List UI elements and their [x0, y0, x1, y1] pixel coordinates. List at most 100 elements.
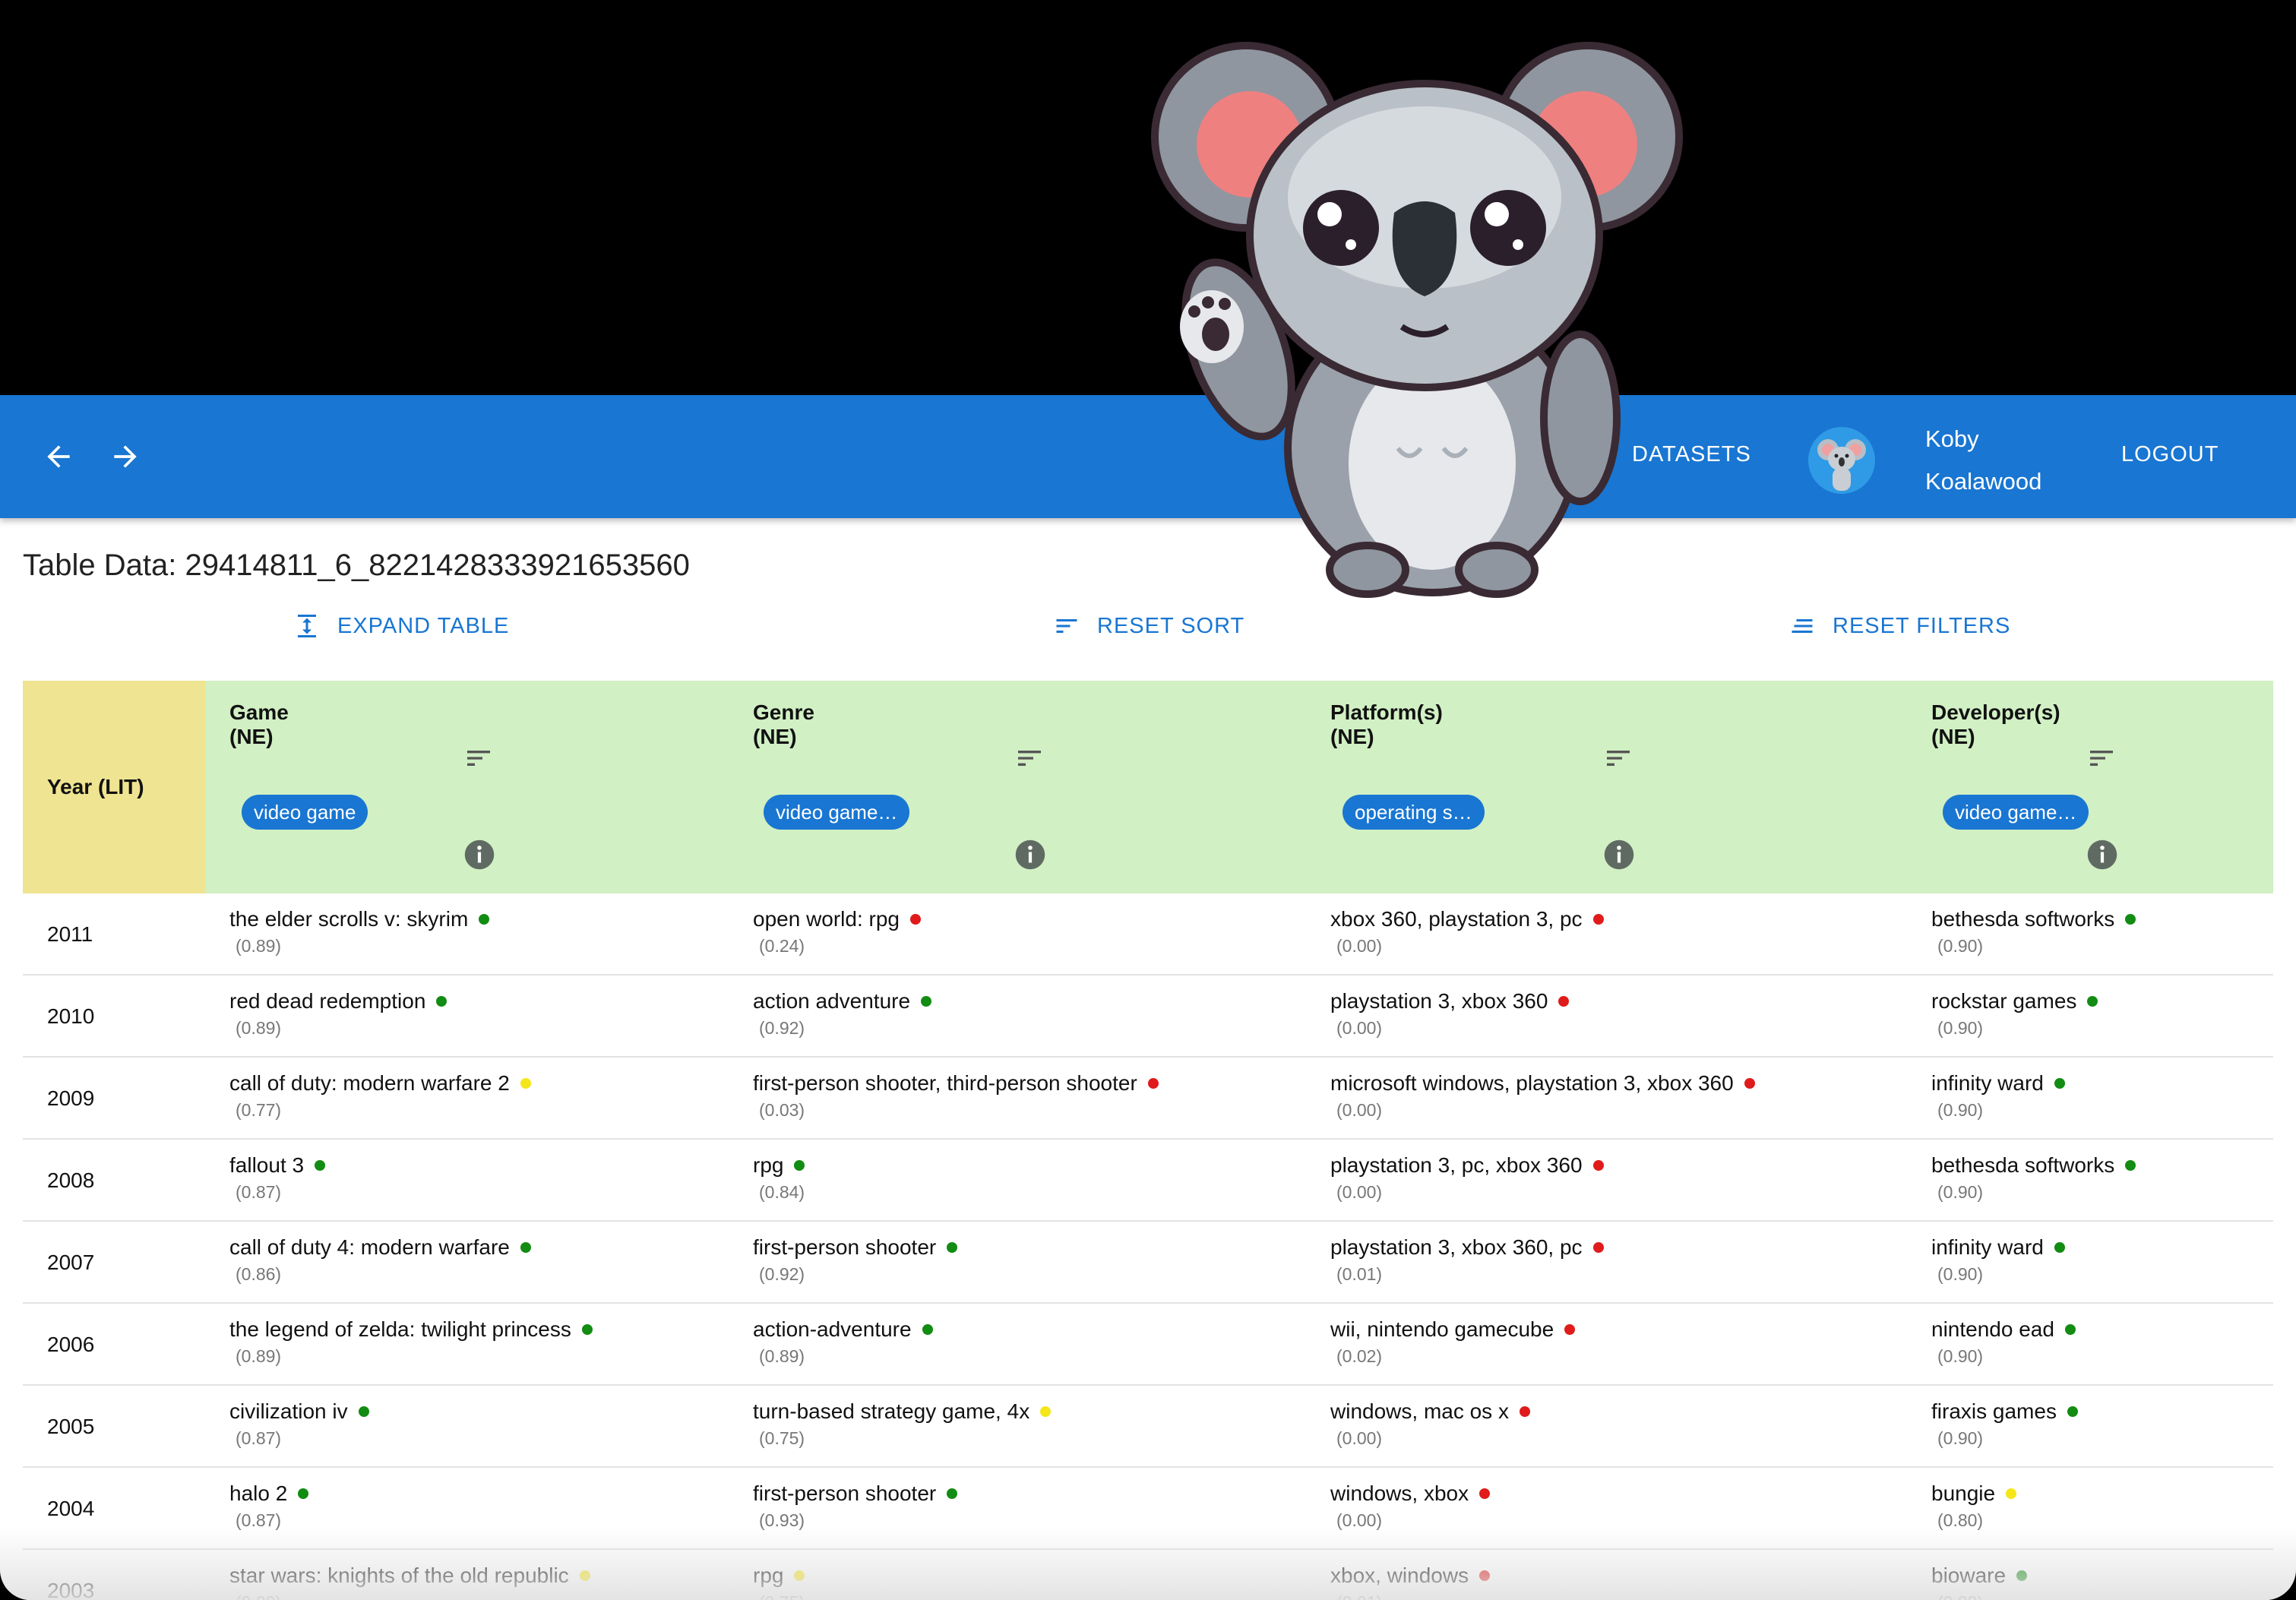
table-cell[interactable]: bungie (0.80) [1931, 1481, 2017, 1531]
table-cell[interactable]: wii, nintendo gamecube (0.02) [1330, 1317, 1576, 1367]
table-cell[interactable]: microsoft windows, playstation 3, xbox 3… [1330, 1071, 1755, 1121]
cell-value: infinity ward [1931, 1235, 2044, 1259]
table-cell[interactable]: windows, mac os x (0.00) [1330, 1399, 1530, 1449]
sort-icon [1056, 619, 1077, 633]
table-cell[interactable]: turn-based strategy game, 4x (0.75) [753, 1399, 1052, 1449]
table-cell[interactable]: first-person shooter (0.93) [753, 1481, 958, 1531]
cell-value-line: civilization iv [229, 1399, 369, 1424]
table-cell[interactable]: infinity ward (0.90) [1931, 1235, 2065, 1285]
table-cell[interactable]: civilization iv (0.87) [229, 1399, 369, 1449]
sort-icon[interactable] [2086, 743, 2117, 773]
cell-value-line: playstation 3, pc, xbox 360 [1330, 1153, 1604, 1178]
table-cell[interactable]: firaxis games (0.90) [1931, 1399, 2078, 1449]
info-icon[interactable] [463, 839, 495, 871]
cell-score: (0.89) [236, 1346, 282, 1366]
cell-value: first-person shooter [753, 1481, 937, 1505]
cell-value: bethesda softworks [1931, 907, 2115, 931]
status-dot-icon [520, 1242, 531, 1253]
forward-button[interactable] [100, 432, 150, 482]
status-dot-icon [947, 1488, 958, 1499]
reset-filters-button[interactable]: RESET FILTERS [1788, 612, 2010, 640]
table-cell[interactable]: xbox 360, playstation 3, pc (0.00) [1330, 907, 1604, 957]
cell-score: (0.89) [236, 936, 282, 956]
cell-value-line: rpg [753, 1153, 805, 1178]
status-dot-icon [947, 1242, 958, 1253]
table-cell[interactable]: nintendo ead (0.90) [1931, 1317, 2076, 1367]
cell-value: bethesda softworks [1931, 1153, 2115, 1177]
cell-score: (0.01) [1336, 1264, 1383, 1284]
table-cell[interactable]: first-person shooter (0.92) [753, 1235, 958, 1285]
status-dot-icon [1592, 1242, 1604, 1253]
user-name: Koby Koalawood [1925, 418, 2041, 503]
table-cell[interactable]: call of duty 4: modern warfare (0.86) [229, 1235, 531, 1285]
table-cell[interactable]: call of duty: modern warfare 2 (0.77) [229, 1071, 531, 1121]
table-cell[interactable]: action-adventure (0.89) [753, 1317, 933, 1367]
cell-value-line: microsoft windows, playstation 3, xbox 3… [1330, 1071, 1755, 1096]
table-cell[interactable]: action adventure (0.92) [753, 989, 932, 1039]
cell-value: firaxis games [1931, 1399, 2057, 1423]
expand-table-button[interactable]: EXPAND TABLE [293, 612, 509, 640]
table-cell[interactable]: rockstar games (0.90) [1931, 989, 2098, 1039]
table-cell[interactable]: bethesda softworks (0.90) [1931, 907, 2136, 957]
cell-value: action adventure [753, 989, 911, 1013]
cell-score: (0.77) [236, 1100, 282, 1120]
cell-score: (0.87) [236, 1182, 282, 1202]
table-cell[interactable]: playstation 3, xbox 360 (0.00) [1330, 989, 1570, 1039]
cell-score: (0.90) [1937, 1018, 1984, 1038]
table-cell[interactable]: playstation 3, xbox 360, pc (0.01) [1330, 1235, 1604, 1285]
back-button[interactable] [33, 432, 84, 482]
cell-value: rockstar games [1931, 989, 2077, 1013]
sort-icon[interactable] [463, 743, 494, 773]
cell-value: turn-based strategy game, 4x [753, 1399, 1030, 1423]
cell-value-line: halo 2 [229, 1481, 309, 1506]
info-icon[interactable] [1603, 839, 1635, 871]
cell-value-line: bethesda softworks [1931, 907, 2136, 931]
sort-icon[interactable] [1603, 743, 1633, 773]
avatar[interactable] [1808, 427, 1875, 494]
cell-value: civilization iv [229, 1399, 348, 1423]
table-cell[interactable]: infinity ward (0.90) [1931, 1071, 2065, 1121]
type-chip[interactable]: video game [242, 795, 368, 830]
table-cell[interactable]: windows, xbox (0.00) [1330, 1481, 1491, 1531]
status-dot-icon [1744, 1078, 1755, 1089]
cell-score: (0.84) [759, 1182, 805, 1202]
table-cell[interactable]: fallout 3 (0.87) [229, 1153, 326, 1203]
table-cell[interactable]: rpg (0.84) [753, 1153, 805, 1203]
user-first-name: Koby [1925, 425, 1979, 452]
year-column-header[interactable]: Year (LIT) [23, 681, 205, 893]
column-header-label: Platform(s) (NE) [1330, 700, 1443, 748]
cell-value: halo 2 [229, 1481, 288, 1505]
cell-value: call of duty: modern warfare 2 [229, 1071, 510, 1095]
reset-sort-button[interactable]: RESET SORT [1053, 612, 1244, 640]
cell-score: (0.90) [1937, 936, 1984, 956]
cell-score: (0.92) [759, 1264, 805, 1284]
status-dot-icon [1564, 1324, 1576, 1335]
logout-button[interactable]: LOGOUT [2121, 442, 2219, 467]
cell-value: first-person shooter [753, 1235, 937, 1259]
table-cell[interactable]: playstation 3, pc, xbox 360 (0.00) [1330, 1153, 1604, 1203]
table-cell[interactable]: halo 2 (0.87) [229, 1481, 309, 1531]
page-title: Table Data: 29414811_6_82214283339216535… [23, 549, 690, 582]
type-chip[interactable]: operating s… [1342, 795, 1485, 830]
type-chip[interactable]: video game… [764, 795, 910, 830]
table-cell[interactable]: the elder scrolls v: skyrim (0.89) [229, 907, 490, 957]
type-chip[interactable]: video game… [1943, 795, 2089, 830]
cell-value: first-person shooter, third-person shoot… [753, 1071, 1137, 1095]
user-last-name: Koalawood [1925, 468, 2042, 495]
sort-icon[interactable] [1014, 743, 1045, 773]
cell-value-line: action adventure [753, 989, 932, 1013]
table-cell[interactable]: bethesda softworks (0.90) [1931, 1153, 2136, 1203]
table-cell[interactable]: open world: rpg (0.24) [753, 907, 922, 957]
status-dot-icon [1558, 996, 1570, 1007]
info-icon[interactable] [1014, 839, 1046, 871]
table-cell[interactable]: red dead redemption (0.89) [229, 989, 447, 1039]
info-icon[interactable] [2086, 839, 2118, 871]
table-cell[interactable]: first-person shooter, third-person shoot… [753, 1071, 1159, 1121]
cell-score: (0.00) [1336, 1182, 1383, 1202]
cell-score: (0.00) [1336, 1428, 1383, 1448]
status-dot-icon [794, 1160, 805, 1171]
table-cell[interactable]: the legend of zelda: twilight princess (0… [229, 1317, 593, 1367]
status-dot-icon [436, 996, 447, 1007]
cell-score: (0.90) [1937, 1264, 1984, 1284]
cell-value-line: call of duty 4: modern warfare [229, 1235, 531, 1260]
